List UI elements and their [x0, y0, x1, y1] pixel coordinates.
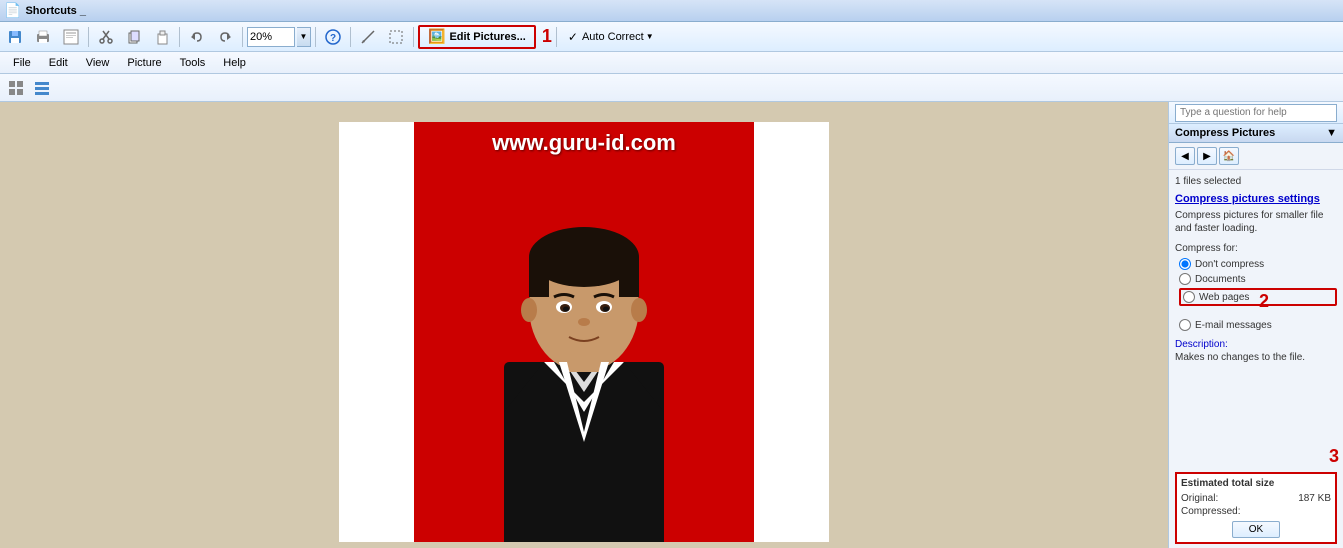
- panel-content: 1 files selected Compress pictures setti…: [1169, 170, 1343, 468]
- toolbar: 20% ▼ ? 🖼️ Edit Pictures... 1 ✓ Auto Cor…: [0, 22, 1343, 52]
- list-view-button[interactable]: [30, 77, 54, 99]
- description-label: Description:: [1175, 339, 1337, 350]
- compress-settings-link[interactable]: Compress pictures settings: [1175, 193, 1337, 205]
- original-label: Original:: [1181, 493, 1218, 504]
- step-2-label: 2: [1259, 291, 1343, 312]
- save-button[interactable]: [2, 25, 28, 49]
- menu-file[interactable]: File: [4, 54, 40, 72]
- separator-7: [556, 27, 557, 47]
- edit-pictures-button[interactable]: 🖼️ Edit Pictures...: [418, 25, 536, 49]
- estimated-title: Estimated total size: [1181, 478, 1331, 489]
- zoom-dropdown-btn[interactable]: ▼: [297, 27, 311, 47]
- radio-email[interactable]: E-mail messages: [1179, 319, 1337, 331]
- select-button[interactable]: [383, 25, 409, 49]
- step-1-label: 1: [542, 26, 552, 47]
- compressed-label: Compressed:: [1181, 506, 1240, 517]
- autocorrect-button[interactable]: ✓ Auto Correct ▼: [561, 25, 661, 49]
- description-text: Makes no changes to the file.: [1175, 352, 1337, 363]
- nav-home-button[interactable]: 🏠: [1219, 147, 1239, 165]
- photo-container: www.guru-id.com: [414, 122, 754, 542]
- menu-view[interactable]: View: [77, 54, 119, 72]
- panel-header: Compress Pictures ▼: [1169, 124, 1343, 143]
- help-button[interactable]: ?: [320, 25, 346, 49]
- radio-email-input[interactable]: [1179, 319, 1191, 331]
- autocorrect-label: Auto Correct: [582, 31, 644, 43]
- cut-button[interactable]: [93, 25, 119, 49]
- svg-text:?: ?: [330, 33, 336, 44]
- copy-button[interactable]: [121, 25, 147, 49]
- separator-3: [242, 27, 243, 47]
- help-input[interactable]: [1175, 104, 1337, 122]
- radio-web-pages-label: Web pages: [1199, 292, 1249, 303]
- radio-dont-compress[interactable]: Don't compress: [1179, 258, 1337, 270]
- compress-for-label: Compress for:: [1175, 243, 1337, 254]
- radio-documents[interactable]: Documents: [1179, 273, 1337, 285]
- menu-edit[interactable]: Edit: [40, 54, 77, 72]
- compress-description: Compress pictures for smaller file and f…: [1175, 209, 1337, 235]
- files-selected-text: 1 files selected: [1175, 176, 1337, 187]
- separator-6: [413, 27, 414, 47]
- separator-2: [179, 27, 180, 47]
- radio-dont-compress-input[interactable]: [1179, 258, 1191, 270]
- document-canvas: www.guru-id.com: [339, 122, 829, 542]
- radio-web-pages-input[interactable]: [1183, 291, 1195, 303]
- watermark-text: www.guru-id.com: [414, 130, 754, 156]
- radio-documents-label: Documents: [1195, 274, 1246, 285]
- app-icon: 📄: [4, 2, 21, 19]
- original-value: 187 KB: [1298, 493, 1331, 504]
- menu-help[interactable]: Help: [214, 54, 255, 72]
- toolbar2: [0, 74, 1343, 102]
- compressed-size-row: Compressed:: [1181, 506, 1331, 517]
- menu-tools[interactable]: Tools: [171, 54, 215, 72]
- compress-options-group: Don't compress Documents Web pages 2 E-m…: [1175, 258, 1337, 331]
- panel-dropdown-btn[interactable]: ▼: [1326, 127, 1337, 139]
- print-button[interactable]: [30, 25, 56, 49]
- undo-button[interactable]: [184, 25, 210, 49]
- step-3-label: 3: [1329, 446, 1339, 467]
- canvas-area: www.guru-id.com: [0, 102, 1168, 548]
- nav-back-button[interactable]: ◀: [1175, 147, 1195, 165]
- nav-forward-button[interactable]: ▶: [1197, 147, 1217, 165]
- separator-1: [88, 27, 89, 47]
- zoom-input[interactable]: 20%: [247, 27, 295, 47]
- grid-view-button[interactable]: [4, 77, 28, 99]
- menu-picture[interactable]: Picture: [118, 54, 170, 72]
- description-section: Description: Makes no changes to the fil…: [1175, 339, 1337, 363]
- preview-button[interactable]: [58, 25, 84, 49]
- original-size-row: Original: 187 KB: [1181, 493, 1331, 504]
- paste-button[interactable]: [149, 25, 175, 49]
- ok-button[interactable]: OK: [1232, 521, 1280, 538]
- separator-5: [350, 27, 351, 47]
- right-panel: Compress Pictures ▼ ◀ ▶ 🏠 1 files select…: [1168, 102, 1343, 548]
- help-bar: [1169, 102, 1343, 124]
- menu-bar: File Edit View Picture Tools Help: [0, 52, 1343, 74]
- person-figure: [444, 162, 724, 542]
- radio-dont-compress-label: Don't compress: [1195, 259, 1264, 270]
- edit-pictures-label: Edit Pictures...: [449, 31, 525, 43]
- zoom-value: 20%: [250, 31, 272, 43]
- redo-button[interactable]: [212, 25, 238, 49]
- radio-documents-input[interactable]: [1179, 273, 1191, 285]
- main-area: www.guru-id.com: [0, 102, 1343, 548]
- draw-button[interactable]: [355, 25, 381, 49]
- title-bar-text: Shortcuts _: [25, 5, 86, 17]
- separator-4: [315, 27, 316, 47]
- panel-nav: ◀ ▶ 🏠: [1169, 143, 1343, 170]
- panel-title: Compress Pictures: [1175, 127, 1275, 139]
- title-bar: 📄 Shortcuts _: [0, 0, 1343, 22]
- estimated-size-section: Estimated total size Original: 187 KB Co…: [1175, 472, 1337, 544]
- radio-email-label: E-mail messages: [1195, 320, 1272, 331]
